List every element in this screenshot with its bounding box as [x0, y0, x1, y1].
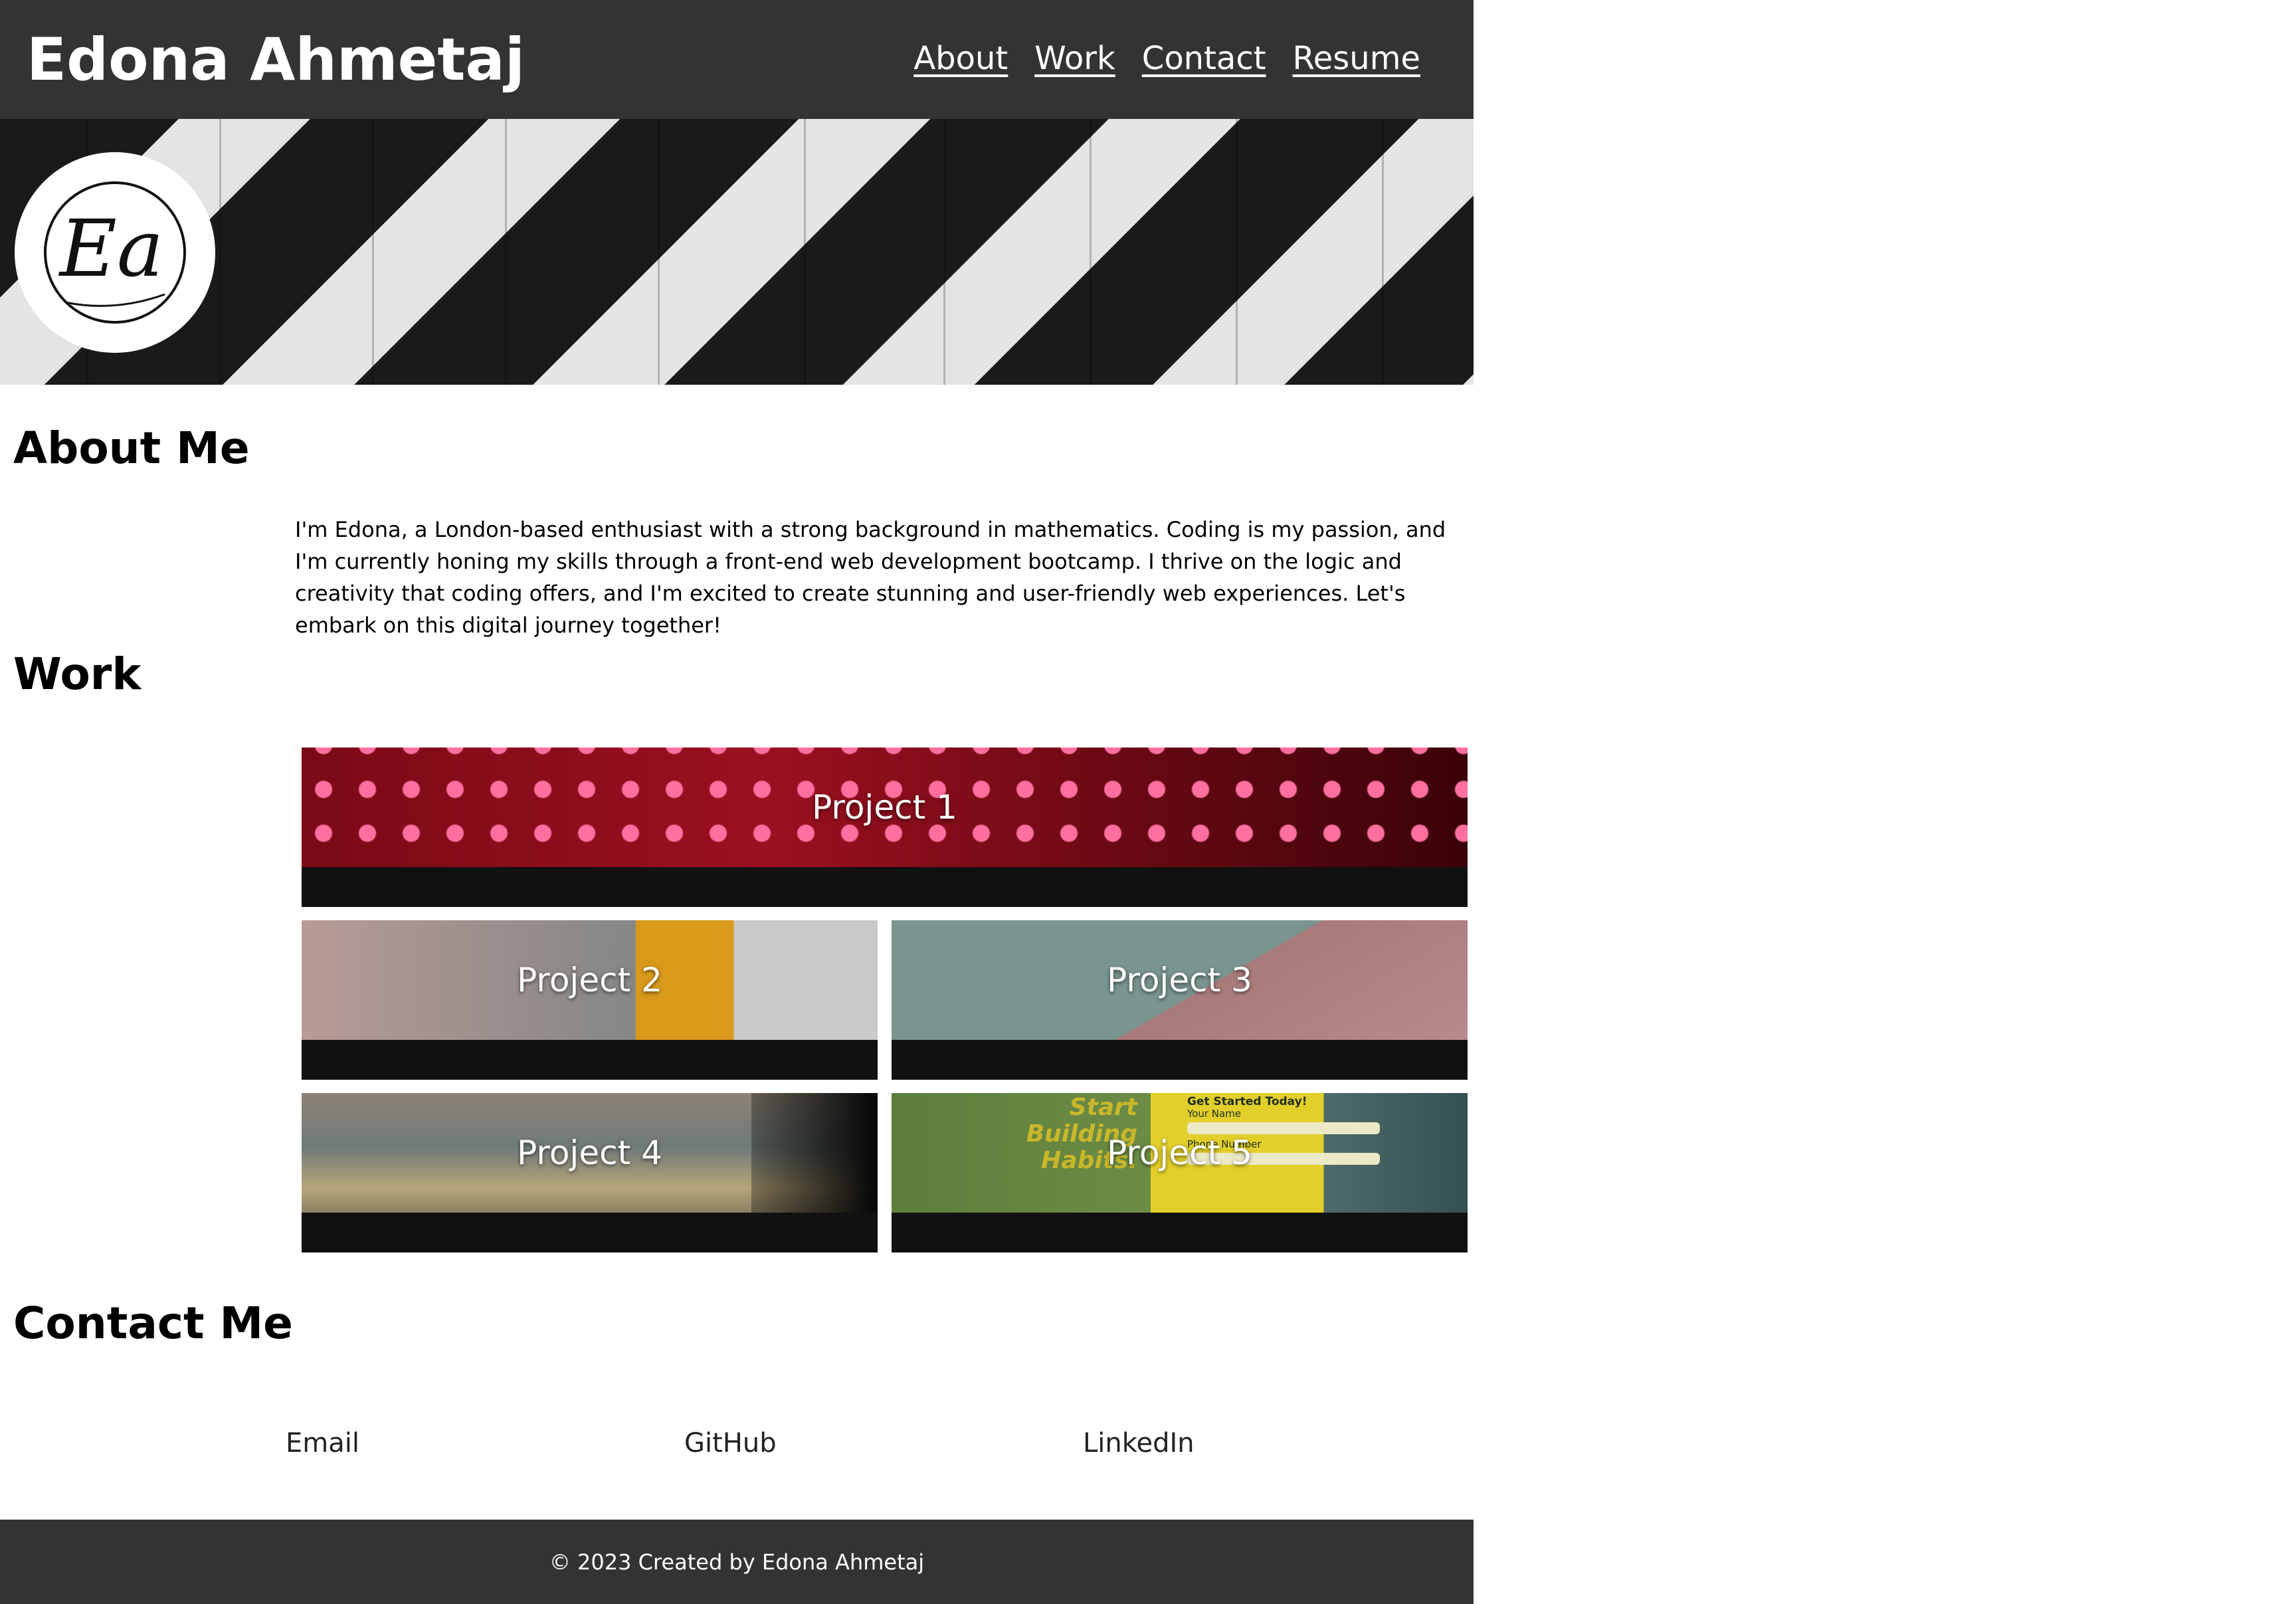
logo-monogram: Ea: [44, 181, 186, 324]
nav-link-work[interactable]: Work: [1034, 35, 1115, 82]
contact-link-email[interactable]: Email: [286, 1427, 359, 1460]
contact-heading: Contact Me: [13, 1298, 293, 1349]
about-text: I'm Edona, a London-based enthusiast wit…: [295, 517, 1446, 638]
site-header: Edona Ahmetaj About Work Contact Resume: [0, 0, 1474, 119]
project-card-2[interactable]: Project 2: [302, 920, 878, 1080]
nav-link-resume[interactable]: Resume: [1293, 35, 1420, 82]
logo-avatar: Ea: [15, 152, 215, 353]
hero-banner: Ea: [0, 119, 1474, 385]
plank-line: [1236, 119, 1238, 385]
plank-line: [804, 119, 806, 385]
plank-line: [1382, 119, 1384, 385]
site-title: Edona Ahmetaj: [27, 25, 525, 94]
nav-link-about[interactable]: About: [913, 35, 1008, 82]
page: Edona Ahmetaj About Work Contact Resume …: [0, 0, 1474, 1604]
project-5-label: Project 5: [1107, 1134, 1252, 1172]
project-3-label: Project 3: [1107, 961, 1252, 999]
project-card-4[interactable]: Project 4: [302, 1093, 878, 1253]
work-heading: Work: [13, 649, 142, 700]
project-4-label: Project 4: [517, 1134, 662, 1172]
plank-line: [219, 119, 221, 385]
project-2-label: Project 2: [517, 961, 662, 999]
main-nav: About Work Contact Resume: [913, 35, 1420, 82]
contact-link-linkedin[interactable]: LinkedIn: [1083, 1427, 1195, 1460]
footer-text: © 2023 Created by Edona Ahmetaj: [549, 1549, 925, 1575]
project-1-label: Project 1: [812, 788, 957, 827]
plank-line: [658, 119, 660, 385]
plank-line: [505, 119, 507, 385]
project-card-1[interactable]: Project 1: [302, 748, 1468, 907]
project-card-5[interactable]: Start Building Habits. Get Started Today…: [892, 1093, 1468, 1253]
logo-text: Ea: [58, 203, 164, 294]
contact-link-github[interactable]: GitHub: [684, 1427, 777, 1460]
site-footer: © 2023 Created by Edona Ahmetaj: [0, 1520, 1474, 1604]
nav-link-contact[interactable]: Contact: [1142, 35, 1266, 82]
plank-line: [372, 119, 374, 385]
project-card-3[interactable]: Project 3: [892, 920, 1468, 1080]
about-heading: About Me: [13, 423, 250, 474]
plank-line: [943, 119, 945, 385]
plank-line: [1090, 119, 1092, 385]
